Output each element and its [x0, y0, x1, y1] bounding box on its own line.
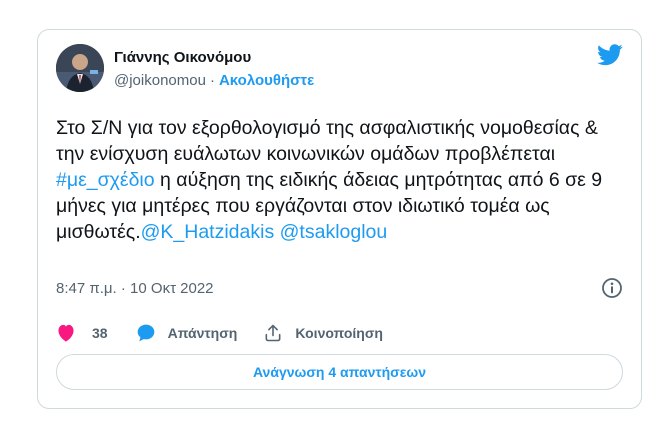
handle-row: @joikonomou · Ακολουθήστε — [114, 72, 314, 89]
like-count: 38 — [92, 325, 108, 341]
tweet-card: Γιάννης Οικονόμου @joikonomou · Ακολουθήστ… — [37, 29, 642, 409]
mention-link-hatzidakis[interactable]: @K_Hatzidakis — [141, 221, 275, 243]
read-replies-label: Ανάγνωση 4 απαντήσεων — [252, 364, 427, 380]
author-name[interactable]: Γιάννης Οικονόμου — [114, 49, 251, 66]
twitter-bird-icon[interactable] — [597, 44, 623, 66]
info-icon[interactable] — [601, 277, 623, 299]
tweet-text: Στο Σ/Ν για τον εξορθολογισμό της ασφαλι… — [56, 115, 626, 245]
speech-bubble-icon — [136, 323, 156, 343]
separator-dot: · — [209, 72, 215, 89]
reply-button[interactable]: Απάντηση — [136, 323, 264, 343]
share-upload-icon — [263, 323, 283, 343]
follow-button[interactable]: Ακολουθήστε — [219, 72, 314, 89]
action-bar: 38 Απάντηση Κοινοποίηση — [56, 321, 383, 345]
author-handle[interactable]: @joikonomou — [114, 72, 206, 89]
tweet-timestamp[interactable]: 8:47 π.μ. · 10 Οκτ 2022 — [56, 280, 214, 297]
read-replies-button[interactable]: Ανάγνωση 4 απαντήσεων — [56, 354, 623, 390]
avatar[interactable] — [56, 44, 104, 92]
meta-separator: · — [120, 280, 126, 297]
heart-icon — [56, 324, 76, 342]
share-label: Κοινοποίηση — [295, 325, 383, 341]
tweet-date: 10 Οκτ 2022 — [130, 280, 214, 297]
reply-label: Απάντηση — [167, 325, 238, 341]
tweet-text-part-1: Στο Σ/Ν για τον εξορθολογισμό της ασφαλι… — [56, 117, 598, 165]
tweet-time: 8:47 π.μ. — [56, 280, 117, 297]
mention-link-tsakloglou[interactable]: @tsakloglou — [280, 221, 388, 243]
hashtag-link[interactable]: #με_σχέδιο — [56, 169, 155, 191]
share-button[interactable]: Κοινοποίηση — [263, 323, 383, 343]
like-button[interactable]: 38 — [56, 324, 136, 342]
